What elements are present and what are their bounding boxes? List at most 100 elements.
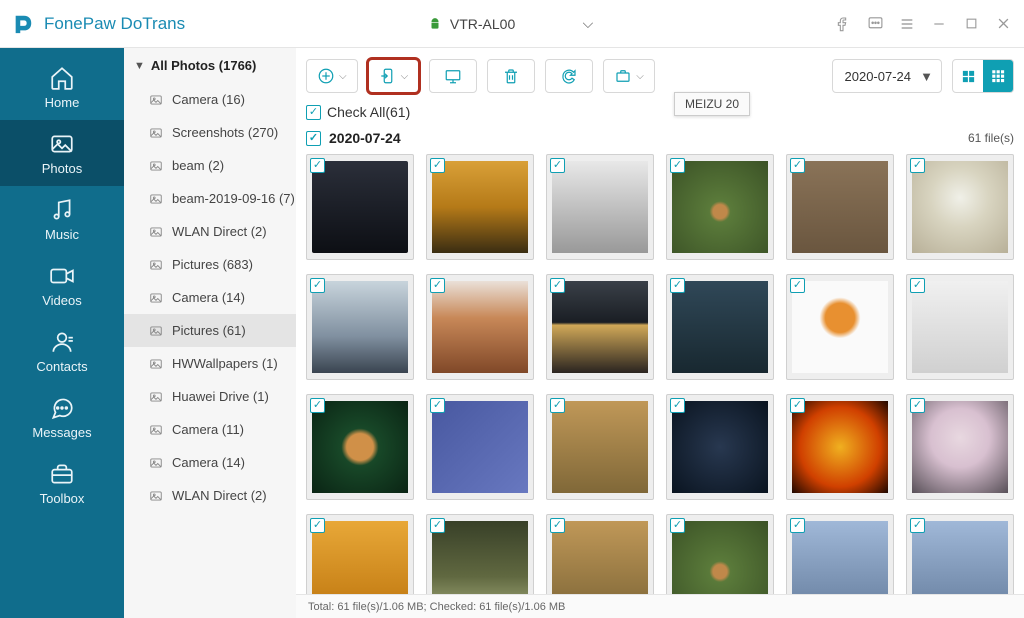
photo-thumbnail[interactable] — [906, 154, 1014, 260]
nav-toolbox[interactable]: Toolbox — [0, 450, 124, 516]
photo-grid-scroll[interactable] — [296, 154, 1024, 594]
minimize-button[interactable] — [930, 15, 948, 33]
folder-item[interactable]: Camera (14) — [124, 446, 296, 479]
refresh-button[interactable] — [545, 59, 593, 93]
folder-item[interactable]: beam-2019-09-16 (7) — [124, 182, 296, 215]
photo-thumbnail[interactable] — [426, 274, 534, 380]
photo-checkbox[interactable] — [430, 518, 445, 533]
photo-thumbnail[interactable] — [666, 394, 774, 500]
folder-item[interactable]: WLAN Direct (2) — [124, 479, 296, 512]
photo-thumbnail[interactable] — [906, 514, 1014, 594]
close-button[interactable] — [994, 15, 1012, 33]
photo-checkbox[interactable] — [550, 278, 565, 293]
photo-checkbox[interactable] — [670, 158, 685, 173]
view-grid-large[interactable] — [983, 60, 1013, 92]
folder-item[interactable]: Pictures (61) — [124, 314, 296, 347]
photo-thumbnail[interactable] — [666, 154, 774, 260]
photo-thumbnail[interactable] — [426, 394, 534, 500]
photo-thumbnail[interactable] — [546, 394, 654, 500]
photo-checkbox[interactable] — [310, 158, 325, 173]
caret-down-icon: ▼ — [920, 69, 933, 84]
photo-checkbox[interactable] — [910, 518, 925, 533]
folder-item[interactable]: Screenshots (270) — [124, 116, 296, 149]
photo-checkbox[interactable] — [550, 398, 565, 413]
folder-item[interactable]: Pictures (683) — [124, 248, 296, 281]
device-selector[interactable]: VTR-AL00 ⌵ — [414, 10, 605, 38]
photo-thumbnail[interactable] — [306, 394, 414, 500]
photo-thumbnail[interactable] — [906, 394, 1014, 500]
photo-checkbox[interactable] — [310, 518, 325, 533]
photo-thumbnail[interactable] — [786, 274, 894, 380]
refresh-icon — [560, 67, 578, 85]
photo-thumbnail[interactable] — [426, 514, 534, 594]
folder-item[interactable]: Camera (16) — [124, 83, 296, 116]
folder-item[interactable]: WLAN Direct (2) — [124, 215, 296, 248]
folder-item[interactable]: HWWallpapers (1) — [124, 347, 296, 380]
app-logo-icon — [12, 13, 34, 35]
photo-checkbox[interactable] — [790, 398, 805, 413]
photo-thumbnail[interactable] — [306, 274, 414, 380]
nav-photos[interactable]: Photos — [0, 120, 124, 186]
photo-thumbnail[interactable] — [666, 514, 774, 594]
photo-checkbox[interactable] — [910, 158, 925, 173]
folder-item[interactable]: Camera (11) — [124, 413, 296, 446]
photo-thumbnail[interactable] — [306, 514, 414, 594]
photo-checkbox[interactable] — [430, 278, 445, 293]
nav-messages[interactable]: Messages — [0, 384, 124, 450]
photo-checkbox[interactable] — [910, 398, 925, 413]
photo-thumbnail[interactable] — [786, 154, 894, 260]
folders-header[interactable]: ▼ All Photos (1766) — [124, 48, 296, 83]
export-to-device-button[interactable]: ⌵ — [368, 59, 420, 93]
date-filter[interactable]: 2020-07-24 ▼ — [832, 59, 943, 93]
photo-thumbnail[interactable] — [426, 154, 534, 260]
photo-thumbnail[interactable] — [786, 514, 894, 594]
folder-item[interactable]: Huawei Drive (1) — [124, 380, 296, 413]
folder-item[interactable]: beam (2) — [124, 149, 296, 182]
photo-checkbox[interactable] — [790, 518, 805, 533]
photos-icon — [49, 131, 75, 157]
add-button[interactable]: ⌵ — [306, 59, 358, 93]
photo-checkbox[interactable] — [790, 278, 805, 293]
photo-checkbox[interactable] — [670, 518, 685, 533]
photo-checkbox[interactable] — [310, 278, 325, 293]
photo-checkbox[interactable] — [310, 398, 325, 413]
photo-thumbnail[interactable] — [546, 274, 654, 380]
photo-thumbnail[interactable] — [306, 154, 414, 260]
facebook-icon[interactable] — [834, 15, 852, 33]
menu-icon[interactable] — [898, 15, 916, 33]
folder-item[interactable]: Camera (14) — [124, 281, 296, 314]
delete-button[interactable] — [487, 59, 535, 93]
more-button[interactable]: ⌵ — [603, 59, 655, 93]
nav-home[interactable]: Home — [0, 54, 124, 120]
photo-image — [432, 161, 527, 253]
view-grid-small[interactable] — [953, 60, 983, 92]
check-all-checkbox[interactable] — [306, 105, 321, 120]
photo-thumbnail[interactable] — [546, 154, 654, 260]
photo-checkbox[interactable] — [790, 158, 805, 173]
photo-checkbox[interactable] — [430, 398, 445, 413]
photo-image — [912, 401, 1007, 493]
status-text: Total: 61 file(s)/1.06 MB; Checked: 61 f… — [308, 601, 565, 613]
photo-thumbnail[interactable] — [546, 514, 654, 594]
maximize-button[interactable] — [962, 15, 980, 33]
photo-thumbnail[interactable] — [786, 394, 894, 500]
photo-thumbnail[interactable] — [666, 274, 774, 380]
photo-checkbox[interactable] — [550, 518, 565, 533]
briefcase-icon — [614, 67, 632, 85]
feedback-icon[interactable] — [866, 15, 884, 33]
status-bar: Total: 61 file(s)/1.06 MB; Checked: 61 f… — [296, 594, 1024, 618]
photo-checkbox[interactable] — [430, 158, 445, 173]
export-to-pc-button[interactable] — [429, 59, 477, 93]
nav-videos[interactable]: Videos — [0, 252, 124, 318]
photo-checkbox[interactable] — [670, 398, 685, 413]
nav-contacts[interactable]: Contacts — [0, 318, 124, 384]
check-all-row: Check All(61) — [296, 104, 1024, 124]
photo-image — [672, 161, 767, 253]
nav-label: Videos — [42, 293, 82, 308]
nav-music[interactable]: Music — [0, 186, 124, 252]
photo-thumbnail[interactable] — [906, 274, 1014, 380]
photo-checkbox[interactable] — [550, 158, 565, 173]
photo-checkbox[interactable] — [670, 278, 685, 293]
date-checkbox[interactable] — [306, 131, 321, 146]
photo-checkbox[interactable] — [910, 278, 925, 293]
